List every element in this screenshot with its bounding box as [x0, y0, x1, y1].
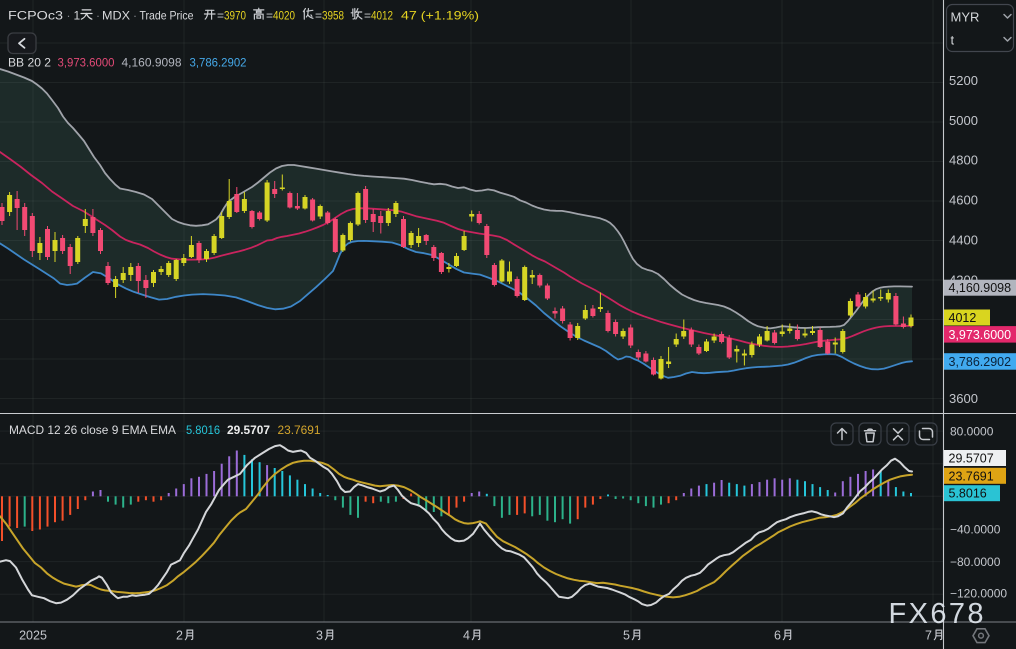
svg-text:3,786.2902: 3,786.2902 [949, 355, 1012, 369]
svg-text:3970: 3970 [224, 9, 246, 23]
svg-text:·: · [96, 9, 100, 23]
svg-text:=: = [266, 9, 273, 23]
svg-text:4400: 4400 [949, 233, 978, 248]
svg-text:29.5707: 29.5707 [949, 452, 994, 466]
svg-text:2: 2 [176, 628, 183, 642]
svg-text:5.8016: 5.8016 [186, 423, 220, 437]
svg-text:5: 5 [623, 628, 630, 642]
svg-text:4800: 4800 [949, 153, 978, 168]
svg-text:t: t [951, 33, 955, 48]
svg-text:7: 7 [925, 628, 932, 642]
svg-text:MACD 12 26 close 9 EMA EMA: MACD 12 26 close 9 EMA EMA [9, 423, 176, 437]
svg-text:MDX: MDX [102, 9, 130, 23]
svg-text:29.5707: 29.5707 [227, 423, 270, 437]
svg-text:Trade Price: Trade Price [140, 9, 194, 23]
svg-text:=: = [217, 9, 224, 23]
svg-text:3: 3 [316, 628, 323, 642]
svg-text:4: 4 [463, 628, 470, 642]
svg-text:4020: 4020 [273, 9, 295, 23]
svg-text:−80.0000: −80.0000 [950, 555, 1001, 569]
svg-text:6: 6 [774, 628, 781, 642]
svg-text:4,160.9098: 4,160.9098 [949, 281, 1012, 295]
svg-text:FCPOc3: FCPOc3 [8, 9, 63, 23]
svg-text:2025: 2025 [19, 628, 47, 642]
svg-text:5000: 5000 [949, 113, 978, 128]
svg-text:·: · [133, 9, 137, 23]
svg-text:3,973.6000: 3,973.6000 [58, 56, 115, 70]
svg-text:23.7691: 23.7691 [278, 423, 321, 437]
svg-text:4,160.9098: 4,160.9098 [122, 56, 182, 70]
svg-text:5.8016: 5.8016 [949, 487, 987, 501]
svg-text:4012: 4012 [949, 311, 977, 325]
svg-text:23.7691: 23.7691 [949, 469, 994, 483]
svg-text:3,973.6000: 3,973.6000 [949, 328, 1012, 342]
svg-text:1: 1 [74, 9, 81, 23]
svg-text:=: = [364, 9, 371, 23]
svg-text:47 (+1.19%): 47 (+1.19%) [401, 9, 479, 23]
svg-text:·: · [67, 9, 71, 23]
svg-text:4012: 4012 [371, 9, 393, 23]
svg-text:−40.0000: −40.0000 [950, 522, 1001, 536]
svg-text:4600: 4600 [949, 193, 978, 208]
svg-text:BB 20 2: BB 20 2 [8, 56, 51, 70]
svg-text:FX678: FX678 [889, 598, 986, 630]
svg-text:80.0000: 80.0000 [950, 424, 994, 438]
svg-text:3,786.2902: 3,786.2902 [190, 56, 247, 70]
svg-text:MYR: MYR [951, 10, 980, 25]
svg-text:=: = [315, 9, 322, 23]
svg-text:3958: 3958 [322, 9, 344, 23]
svg-text:3600: 3600 [949, 391, 978, 406]
svg-text:5200: 5200 [949, 73, 978, 88]
